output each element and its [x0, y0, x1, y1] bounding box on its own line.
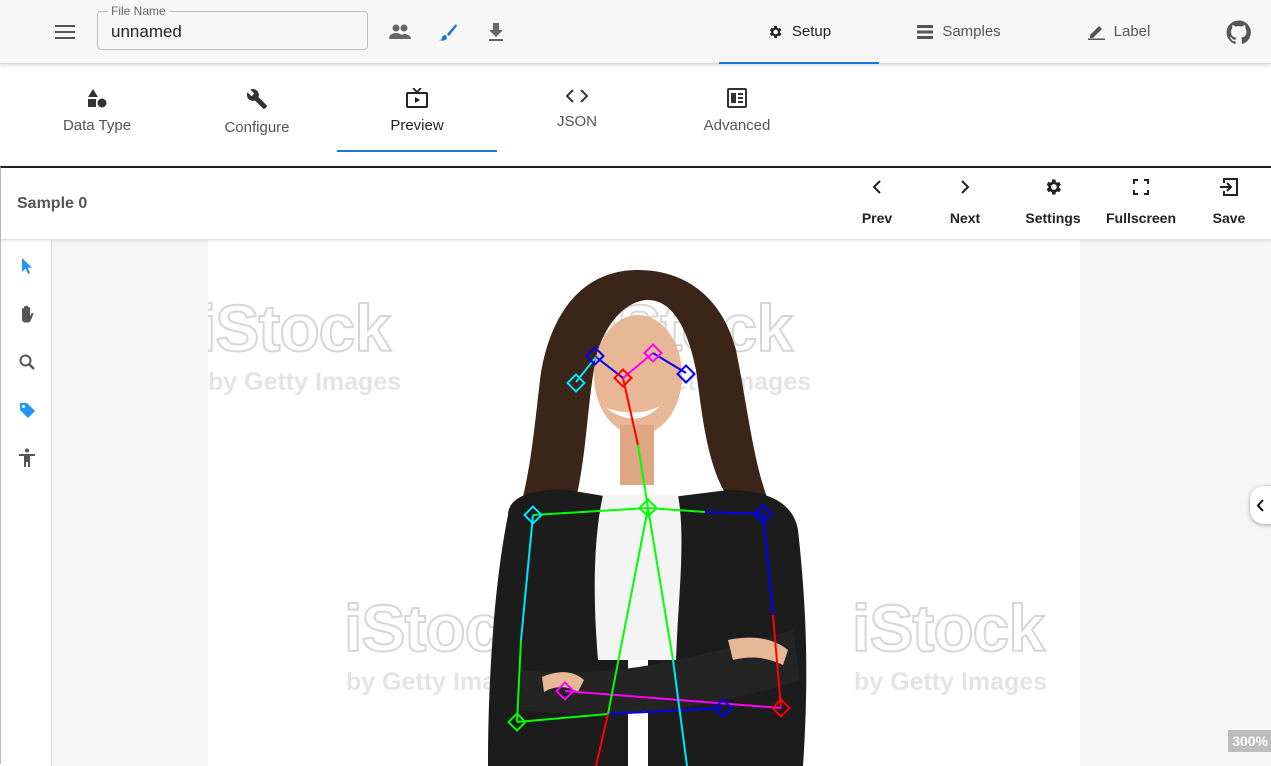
shapes-icon [87, 88, 107, 108]
tab-setup[interactable]: Setup [719, 0, 879, 64]
prev-label: Prev [861, 210, 893, 226]
tab-data-type[interactable]: Data Type [17, 88, 177, 152]
pencil-icon [1087, 23, 1105, 40]
settings-button[interactable]: Settings [1009, 176, 1097, 236]
tab-setup-label: Setup [791, 23, 832, 40]
brush-icon[interactable] [435, 20, 461, 44]
fullscreen-button[interactable]: Fullscreen [1097, 176, 1185, 236]
tab-label-label: Label [1113, 23, 1151, 40]
code-icon [566, 88, 588, 104]
tab-preview-label: Preview [390, 117, 444, 134]
collapse-sidebar-button[interactable] [1250, 486, 1271, 524]
tool-sidebar [1, 240, 52, 766]
pose-overlay [488, 270, 807, 766]
gear-icon [767, 24, 783, 40]
menu-icon[interactable] [50, 18, 80, 46]
app-bar: File Name unnamed Setup Samples Label [0, 0, 1271, 64]
tab-advanced[interactable]: Advanced [657, 88, 817, 152]
annotator-panel: Sample 0 Prev Next Settings Fullscreen S… [0, 166, 1271, 766]
tab-preview[interactable]: Preview [337, 88, 497, 152]
exit-icon [1219, 176, 1239, 198]
setup-tabs: Data Type Configure Preview JSON Advance… [0, 64, 1271, 166]
github-icon[interactable] [1226, 20, 1251, 45]
annotator-header: Sample 0 Prev Next Settings Fullscreen S… [1, 168, 1271, 240]
fullscreen-icon [1133, 176, 1149, 198]
chevron-left-icon [872, 176, 882, 198]
skeleton-pose-icon[interactable] [14, 445, 40, 471]
tab-samples[interactable]: Samples [879, 0, 1039, 63]
select-pointer-icon[interactable] [14, 253, 40, 279]
prev-button[interactable]: Prev [833, 176, 921, 236]
sample-title: Sample 0 [17, 195, 88, 212]
wrench-icon [246, 88, 268, 110]
next-button[interactable]: Next [921, 176, 1009, 236]
zoom-level: 300% [1228, 730, 1271, 752]
gear-icon [1043, 176, 1063, 198]
tv-icon [406, 88, 428, 108]
chevron-right-icon [960, 176, 970, 198]
file-name-label: File Name [108, 4, 169, 18]
tag-icon[interactable] [14, 397, 40, 423]
download-icon[interactable] [483, 20, 509, 44]
people-icon[interactable] [387, 20, 413, 44]
tab-configure[interactable]: Configure [177, 88, 337, 152]
article-icon [727, 88, 747, 108]
tab-json[interactable]: JSON [497, 88, 657, 152]
sample-image[interactable]: iStock by Getty Images iStock by Getty I… [208, 240, 1080, 766]
file-name-value[interactable]: unnamed [111, 22, 182, 42]
fullscreen-label: Fullscreen [1105, 210, 1177, 226]
tab-json-label: JSON [556, 113, 597, 130]
tab-configure-label: Configure [224, 119, 290, 136]
pan-hand-icon[interactable] [14, 301, 40, 327]
tab-label[interactable]: Label [1039, 0, 1199, 63]
save-button[interactable]: Save [1185, 176, 1271, 236]
list-icon [917, 24, 934, 39]
image-canvas[interactable]: iStock by Getty Images iStock by Getty I… [52, 240, 1271, 766]
tab-advanced-label: Advanced [703, 117, 771, 134]
tab-samples-label: Samples [942, 23, 1001, 40]
chevron-left-icon [1256, 498, 1265, 512]
next-label: Next [949, 210, 981, 226]
tab-data-type-label: Data Type [62, 117, 132, 134]
zoom-icon[interactable] [14, 349, 40, 375]
file-name-field[interactable]: File Name unnamed [97, 4, 368, 50]
settings-label: Settings [1025, 210, 1081, 226]
save-label: Save [1212, 210, 1246, 226]
